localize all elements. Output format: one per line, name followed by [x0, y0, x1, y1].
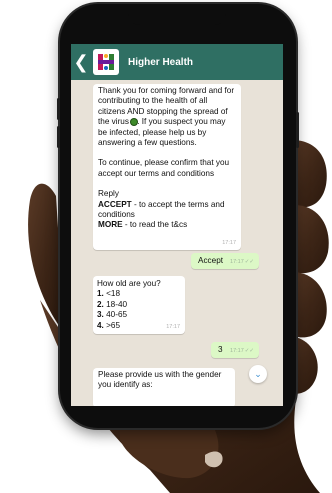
outgoing-message: 3 17:17✓✓ [211, 342, 259, 358]
outgoing-message: Accept 17:17✓✓ [191, 253, 259, 269]
message-time: 17:17✓✓ [230, 347, 254, 354]
message-text: Accept [198, 256, 224, 265]
incoming-message: Thank you for coming forward and for con… [93, 84, 241, 250]
accept-option: ACCEPT - to accept the terms and conditi… [98, 199, 225, 220]
reply-label: Reply [98, 189, 119, 199]
age-option: 1. <18 [97, 289, 121, 299]
message-time: 17:17 [222, 239, 236, 246]
incoming-message: Please provide us with the gender you id… [93, 368, 235, 406]
scroll-down-button[interactable]: ⌄ [249, 365, 267, 383]
message-list[interactable]: Thank you for coming forward and for con… [71, 80, 283, 406]
more-option: MORE - to read the t&cs [98, 220, 188, 230]
back-arrow-icon[interactable]: ❮ [71, 44, 91, 80]
power-button [296, 112, 299, 148]
chevron-down-icon: ⌄ [254, 368, 262, 379]
chat-screen: ❮ Higher Health Thank you for coming for… [71, 44, 283, 406]
message-text: 3 [218, 345, 223, 354]
incoming-message: How old are you? 1. <18 2. 18-40 3. 40-6… [93, 276, 185, 334]
age-option: 2. 18-40 [97, 299, 128, 309]
volume-button [57, 98, 60, 120]
chat-header: ❮ Higher Health [71, 44, 283, 80]
contact-name[interactable]: Higher Health [128, 57, 193, 68]
question-text: Please provide us with the gender you id… [98, 370, 222, 390]
volume-button [57, 126, 60, 148]
message-text: Thank you for coming forward and for con… [98, 86, 235, 148]
age-option: 3. 40-65 [97, 310, 128, 320]
read-receipt-icon: ✓✓ [244, 258, 254, 265]
question-text: How old are you? [97, 279, 161, 288]
higher-health-logo [98, 54, 114, 70]
message-time: 17:17 [166, 323, 180, 330]
message-time: 17:17✓✓ [230, 258, 254, 265]
read-receipt-icon: ✓✓ [244, 347, 254, 354]
phone-notch [128, 11, 226, 25]
contact-avatar[interactable] [93, 49, 119, 75]
confirm-text: To continue, please confirm that you acc… [98, 158, 230, 178]
